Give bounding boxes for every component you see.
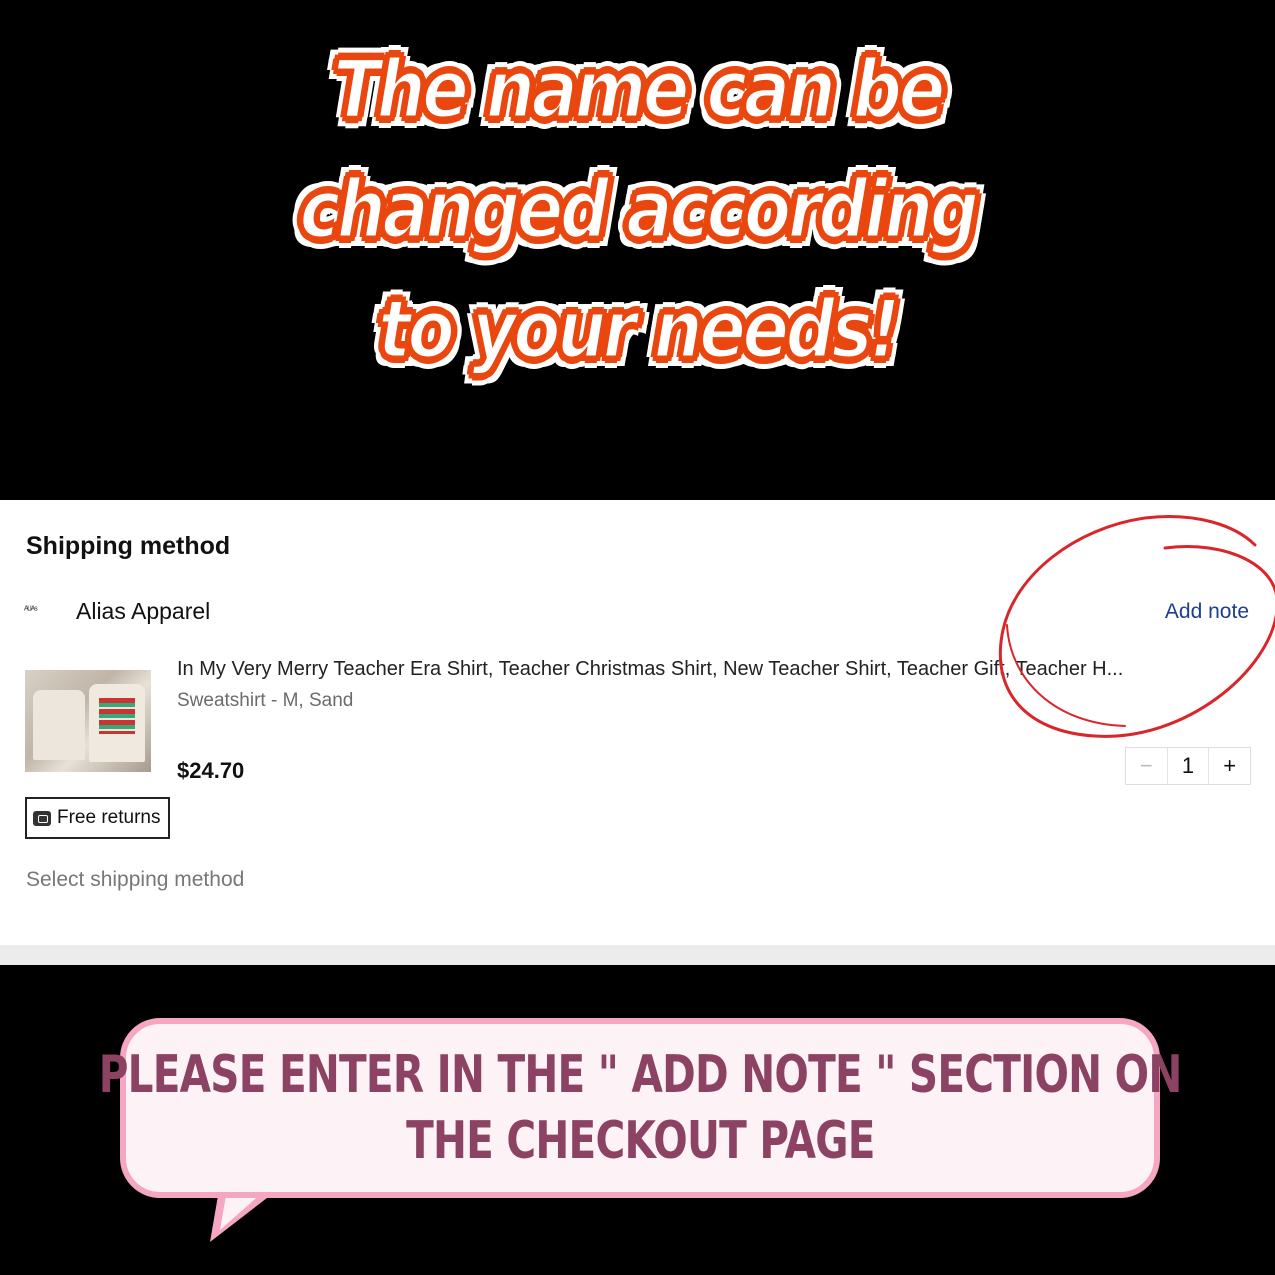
product-variant: Sweatshirt - M, Sand [177, 690, 354, 711]
checkout-shipping-panel: Shipping method ᴬᴸᴵᴬˢ Alias Apparel Add … [0, 500, 1275, 945]
headline-line-1: The name can be [332, 42, 947, 138]
instruction-callout: PLEASE ENTER IN THE " ADD NOTE " SECTION… [99, 1018, 1182, 1242]
quantity-value: 1 [1181, 753, 1195, 778]
product-title[interactable]: In My Very Merry Teacher Era Shirt, Teac… [177, 658, 1123, 681]
select-shipping-method[interactable]: Select shipping method [26, 868, 244, 892]
quantity-stepper: − 1 + [1125, 747, 1251, 785]
product-price: $24.70 [177, 758, 245, 783]
seller-name: Alias Apparel [76, 598, 211, 624]
returns-box-icon [33, 810, 51, 826]
free-returns-label: Free returns [57, 807, 161, 828]
add-note-link[interactable]: Add note [1165, 600, 1249, 624]
section-title: Shipping method [26, 532, 231, 560]
thumbnail-print [99, 698, 135, 734]
thumbnail-shirt-front [33, 690, 85, 760]
headline-line-2: changed according [298, 162, 980, 258]
free-returns-badge: Free returns [25, 797, 171, 839]
panel-divider [0, 945, 1275, 965]
product-thumbnail[interactable] [25, 670, 151, 772]
callout-line-2: THE CHECKOUT PAGE [405, 1111, 875, 1171]
speech-bubble: PLEASE ENTER IN THE " ADD NOTE " SECTION… [99, 1018, 1182, 1198]
headline-line-3: to your needs! [377, 282, 902, 378]
decrease-quantity-button[interactable]: − [1126, 748, 1168, 784]
promo-headline: The name can be changed according to you… [0, 30, 1275, 390]
callout-line-1: PLEASE ENTER IN THE " ADD NOTE " SECTION… [98, 1045, 1183, 1105]
increase-quantity-button[interactable]: + [1208, 748, 1250, 784]
seller-logo-icon: ᴬᴸᴵᴬˢ [24, 605, 38, 616]
